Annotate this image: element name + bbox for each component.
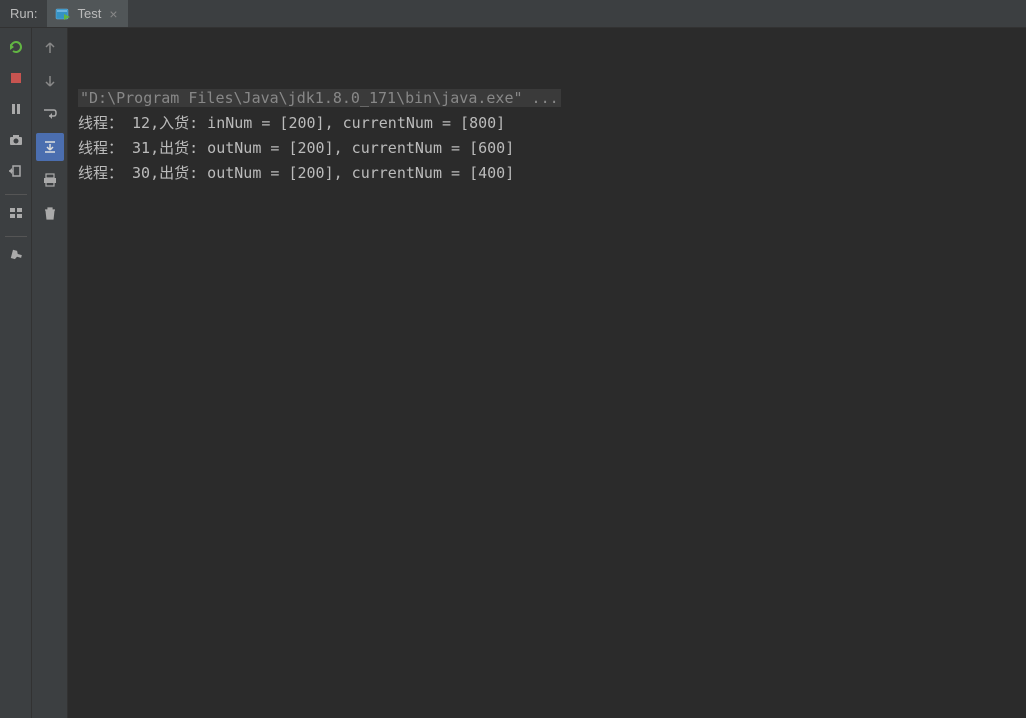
command-line: "D:\Program Files\Java\jdk1.8.0_171\bin\…	[78, 89, 561, 107]
camera-icon	[8, 132, 24, 148]
scroll-to-end-button[interactable]	[36, 133, 64, 161]
down-button[interactable]	[36, 67, 64, 95]
tab-bar: Run: Test ×	[0, 0, 1026, 28]
run-config-icon	[55, 6, 71, 22]
stop-icon	[8, 70, 24, 86]
arrow-down-icon	[42, 73, 58, 89]
rerun-button[interactable]	[3, 34, 29, 60]
stop-button[interactable]	[3, 65, 29, 91]
secondary-toolbar	[32, 28, 68, 718]
primary-toolbar	[0, 28, 32, 718]
console-output[interactable]: "D:\Program Files\Java\jdk1.8.0_171\bin\…	[68, 28, 1026, 718]
tab-test[interactable]: Test ×	[47, 0, 127, 27]
layout-button[interactable]	[3, 200, 29, 226]
run-label: Run:	[0, 0, 47, 27]
pause-button[interactable]	[3, 96, 29, 122]
exit-button[interactable]	[3, 158, 29, 184]
exit-icon	[8, 163, 24, 179]
trash-icon	[42, 205, 58, 221]
pin-button[interactable]	[3, 242, 29, 268]
separator	[5, 236, 27, 237]
print-icon	[42, 172, 58, 188]
pin-icon	[8, 247, 24, 263]
layout-icon	[8, 205, 24, 221]
soft-wrap-button[interactable]	[36, 100, 64, 128]
separator	[5, 194, 27, 195]
output-line: 线程： 31,出货: outNum = [200], currentNum = …	[78, 136, 1016, 161]
rerun-icon	[8, 39, 24, 55]
scroll-end-icon	[42, 139, 58, 155]
output-line: 线程： 12,入货: inNum = [200], currentNum = […	[78, 111, 1016, 136]
dump-threads-button[interactable]	[3, 127, 29, 153]
output-line: 线程： 30,出货: outNum = [200], currentNum = …	[78, 161, 1016, 186]
main-area: "D:\Program Files\Java\jdk1.8.0_171\bin\…	[0, 28, 1026, 718]
close-icon[interactable]: ×	[107, 6, 119, 22]
tab-label: Test	[77, 6, 101, 21]
pause-icon	[8, 101, 24, 117]
up-button[interactable]	[36, 34, 64, 62]
arrow-up-icon	[42, 40, 58, 56]
print-button[interactable]	[36, 166, 64, 194]
soft-wrap-icon	[42, 106, 58, 122]
clear-all-button[interactable]	[36, 199, 64, 227]
